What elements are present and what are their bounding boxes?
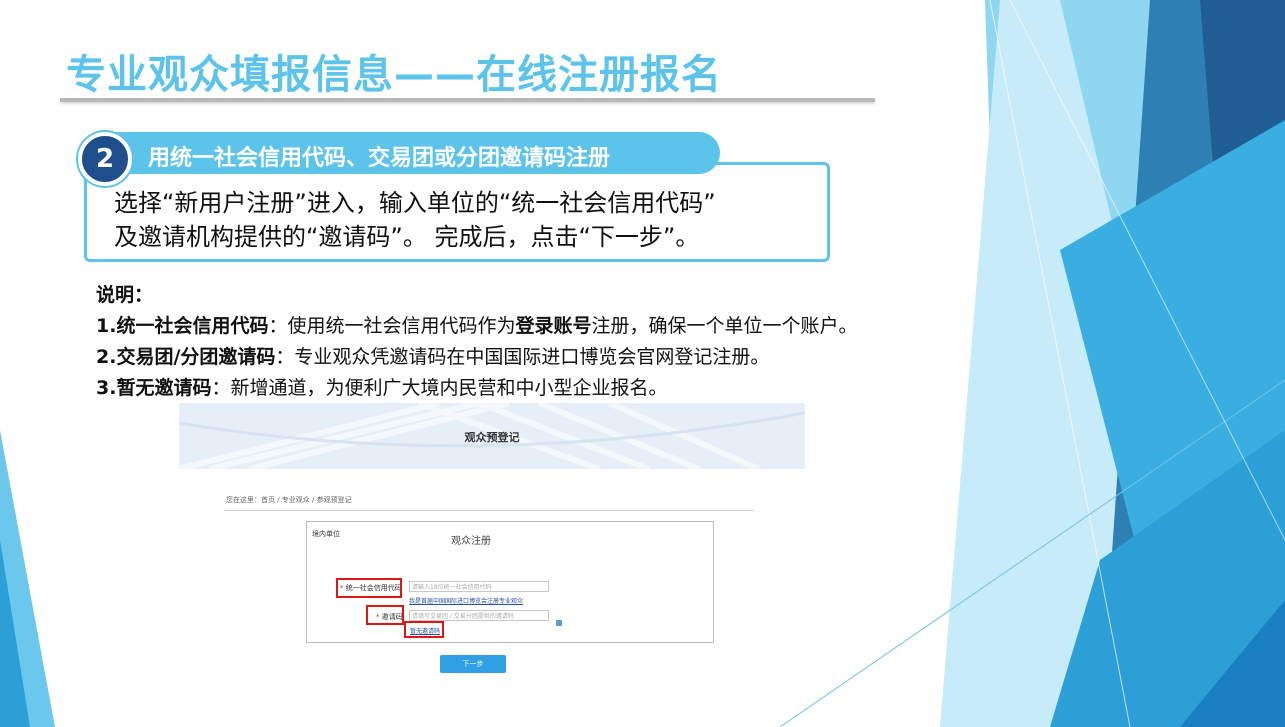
step-description-line: 选择“新用户注册”进入，输入单位的“统一社会信用代码” <box>114 189 716 217</box>
slide-title: 专业观众填报信息——在线注册报名 <box>66 52 722 98</box>
note-text: ：使用统一社会信用代码作为 <box>268 315 516 337</box>
note-item: 2.交易团/分团邀请码：专业观众凭邀请码在中国国际进口博览会官网登记注册。 <box>96 342 996 373</box>
registration-banner: 观众预登记 <box>179 403 805 469</box>
note-text: ：专业观众凭邀请码在中国国际进口博览会官网登记注册。 <box>275 346 770 368</box>
step-description-line: 及邀请机构提供的“邀请码”。 完成后，点击“下一步”。 <box>114 223 700 251</box>
highlight-no-invite-code <box>404 621 444 638</box>
credit-code-input[interactable]: 请输入18位统一社会信用代码 <box>409 581 549 592</box>
invite-code-help-icon[interactable] <box>556 620 562 626</box>
title-underline <box>60 98 875 102</box>
note-text: ：新增通道，为便利广大境内民营和中小型企业报名。 <box>211 377 668 399</box>
highlight-credit-code <box>336 578 402 598</box>
notes-heading: 说明： <box>96 284 154 306</box>
invite-code-input[interactable]: 请填写交易团 / 交易分团提供的邀请码 <box>409 610 549 621</box>
notes-section: 说明： 1.统一社会信用代码：使用统一社会信用代码作为登录账号注册，确保一个单位… <box>96 280 996 404</box>
first-expo-visitor-link[interactable]: 我是首届中国国际进口博览会注册专业观众 <box>409 596 523 605</box>
next-step-button[interactable]: 下一步 <box>440 655 506 673</box>
note-item: 3.暂无邀请码：新增通道，为便利广大境内民营和中小型企业报名。 <box>96 373 996 404</box>
note-emphasis: 登录账号 <box>515 315 592 337</box>
breadcrumb: 您在这里：首页 / 专业观众 / 参观预登记 <box>226 496 352 504</box>
note-item: 1.统一社会信用代码：使用统一社会信用代码作为登录账号注册，确保一个单位一个账户… <box>96 311 996 342</box>
step-description: 选择“新用户注册”进入，输入单位的“统一社会信用代码” 及邀请机构提供的“邀请码… <box>114 186 834 254</box>
step-heading: 用统一社会信用代码、交易团或分团邀请码注册 <box>148 146 611 171</box>
note-term: 3.暂无邀请码 <box>96 377 212 399</box>
note-text: 注册，确保一个单位一个账户。 <box>591 315 858 337</box>
panel-title: 观众注册 <box>451 536 491 547</box>
step-number-badge: 2 <box>78 132 132 186</box>
breadcrumb-divider <box>224 510 754 511</box>
note-term: 1.统一社会信用代码 <box>96 315 269 337</box>
banner-title: 观众预登记 <box>464 431 520 444</box>
highlight-invite-code <box>366 605 404 625</box>
note-term: 2.交易团/分团邀请码 <box>96 346 276 368</box>
